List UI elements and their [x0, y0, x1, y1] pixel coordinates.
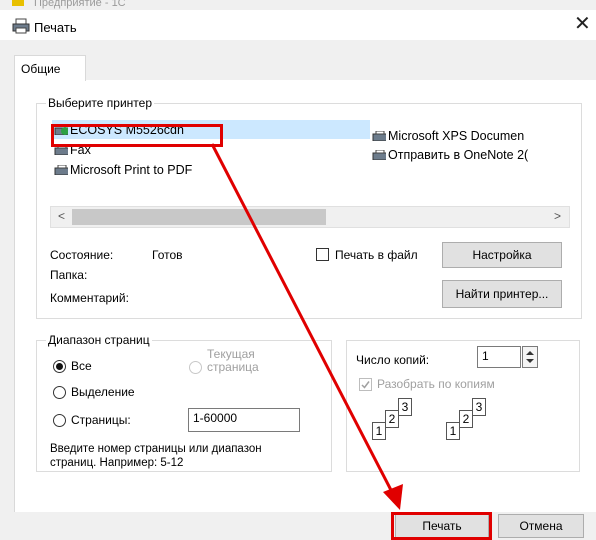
copies-input[interactable]: 1 [477, 346, 521, 368]
page-range-group-label: Диапазон страниц [46, 333, 152, 347]
tab-general[interactable]: Общие [14, 55, 86, 81]
range-pages-radio[interactable] [53, 414, 66, 427]
print-to-file-checkbox[interactable] [316, 248, 329, 261]
printer-name: Microsoft XPS Documen [388, 129, 525, 143]
scroll-left-icon[interactable]: < [58, 209, 65, 223]
printer-name: Отправить в OneNote 2( [388, 148, 529, 162]
range-all-label: Все [71, 359, 92, 373]
range-pages-label: Страницы: [71, 413, 131, 427]
tab-general-label: Общие [21, 62, 61, 76]
collate-page: 3 [398, 398, 412, 416]
annotation-highlight-printer [51, 124, 223, 147]
checkmark-icon [361, 381, 370, 389]
printer-group-label: Выберите принтер [46, 96, 154, 110]
annotation-highlight-print-button [391, 512, 492, 540]
range-current-page-radio [189, 361, 202, 374]
range-selection-label: Выделение [71, 385, 135, 399]
copies-spinner[interactable] [522, 346, 538, 368]
cancel-button[interactable]: Отмена [498, 514, 584, 538]
printer-name: Microsoft Print to PDF [70, 163, 193, 177]
scrollbar-thumb[interactable] [72, 209, 326, 225]
background-window-title: Предприятие - 1С [34, 0, 126, 9]
printer-item-onenote[interactable]: Отправить в OneNote 2( [372, 148, 528, 162]
status-label: Состояние: [50, 248, 114, 262]
scroll-right-icon[interactable]: > [554, 209, 561, 223]
close-icon[interactable]: ✕ [574, 14, 591, 34]
range-hint-line-1: Введите номер страницы или диапазон [50, 443, 262, 455]
printer-icon [12, 18, 30, 34]
spinner-arrows-icon [526, 351, 534, 363]
collate-page: 1 [372, 422, 386, 440]
printer-icon [372, 150, 386, 160]
background-app-icon [12, 0, 24, 6]
collate-page: 3 [472, 398, 486, 416]
range-all-radio[interactable] [53, 360, 66, 373]
collate-checkbox[interactable] [359, 378, 372, 391]
folder-label: Папка: [50, 268, 88, 282]
printer-item-pdf[interactable]: Microsoft Print to PDF [54, 163, 192, 177]
status-value: Готов [152, 248, 183, 262]
collate-page: 2 [385, 410, 399, 428]
collate-page: 2 [459, 410, 473, 428]
settings-button[interactable]: Настройка [442, 242, 562, 268]
comment-label: Комментарий: [50, 291, 129, 305]
find-printer-button[interactable]: Найти принтер... [442, 280, 562, 308]
printer-icon [54, 165, 68, 175]
copies-label: Число копий: [356, 353, 430, 367]
pages-input[interactable]: 1-60000 [188, 408, 300, 432]
range-hint-line-2: страниц. Например: 5-12 [50, 457, 184, 469]
title-bar [0, 10, 596, 40]
collate-page: 1 [446, 422, 460, 440]
range-current-page-label-2: страница [207, 360, 259, 374]
range-selection-radio[interactable] [53, 386, 66, 399]
printer-item-xps[interactable]: Microsoft XPS Documen [372, 129, 524, 143]
printer-icon [372, 131, 386, 141]
dialog-title: Печать [34, 20, 77, 35]
print-to-file-label: Печать в файл [335, 248, 418, 262]
collate-label: Разобрать по копиям [377, 377, 495, 391]
